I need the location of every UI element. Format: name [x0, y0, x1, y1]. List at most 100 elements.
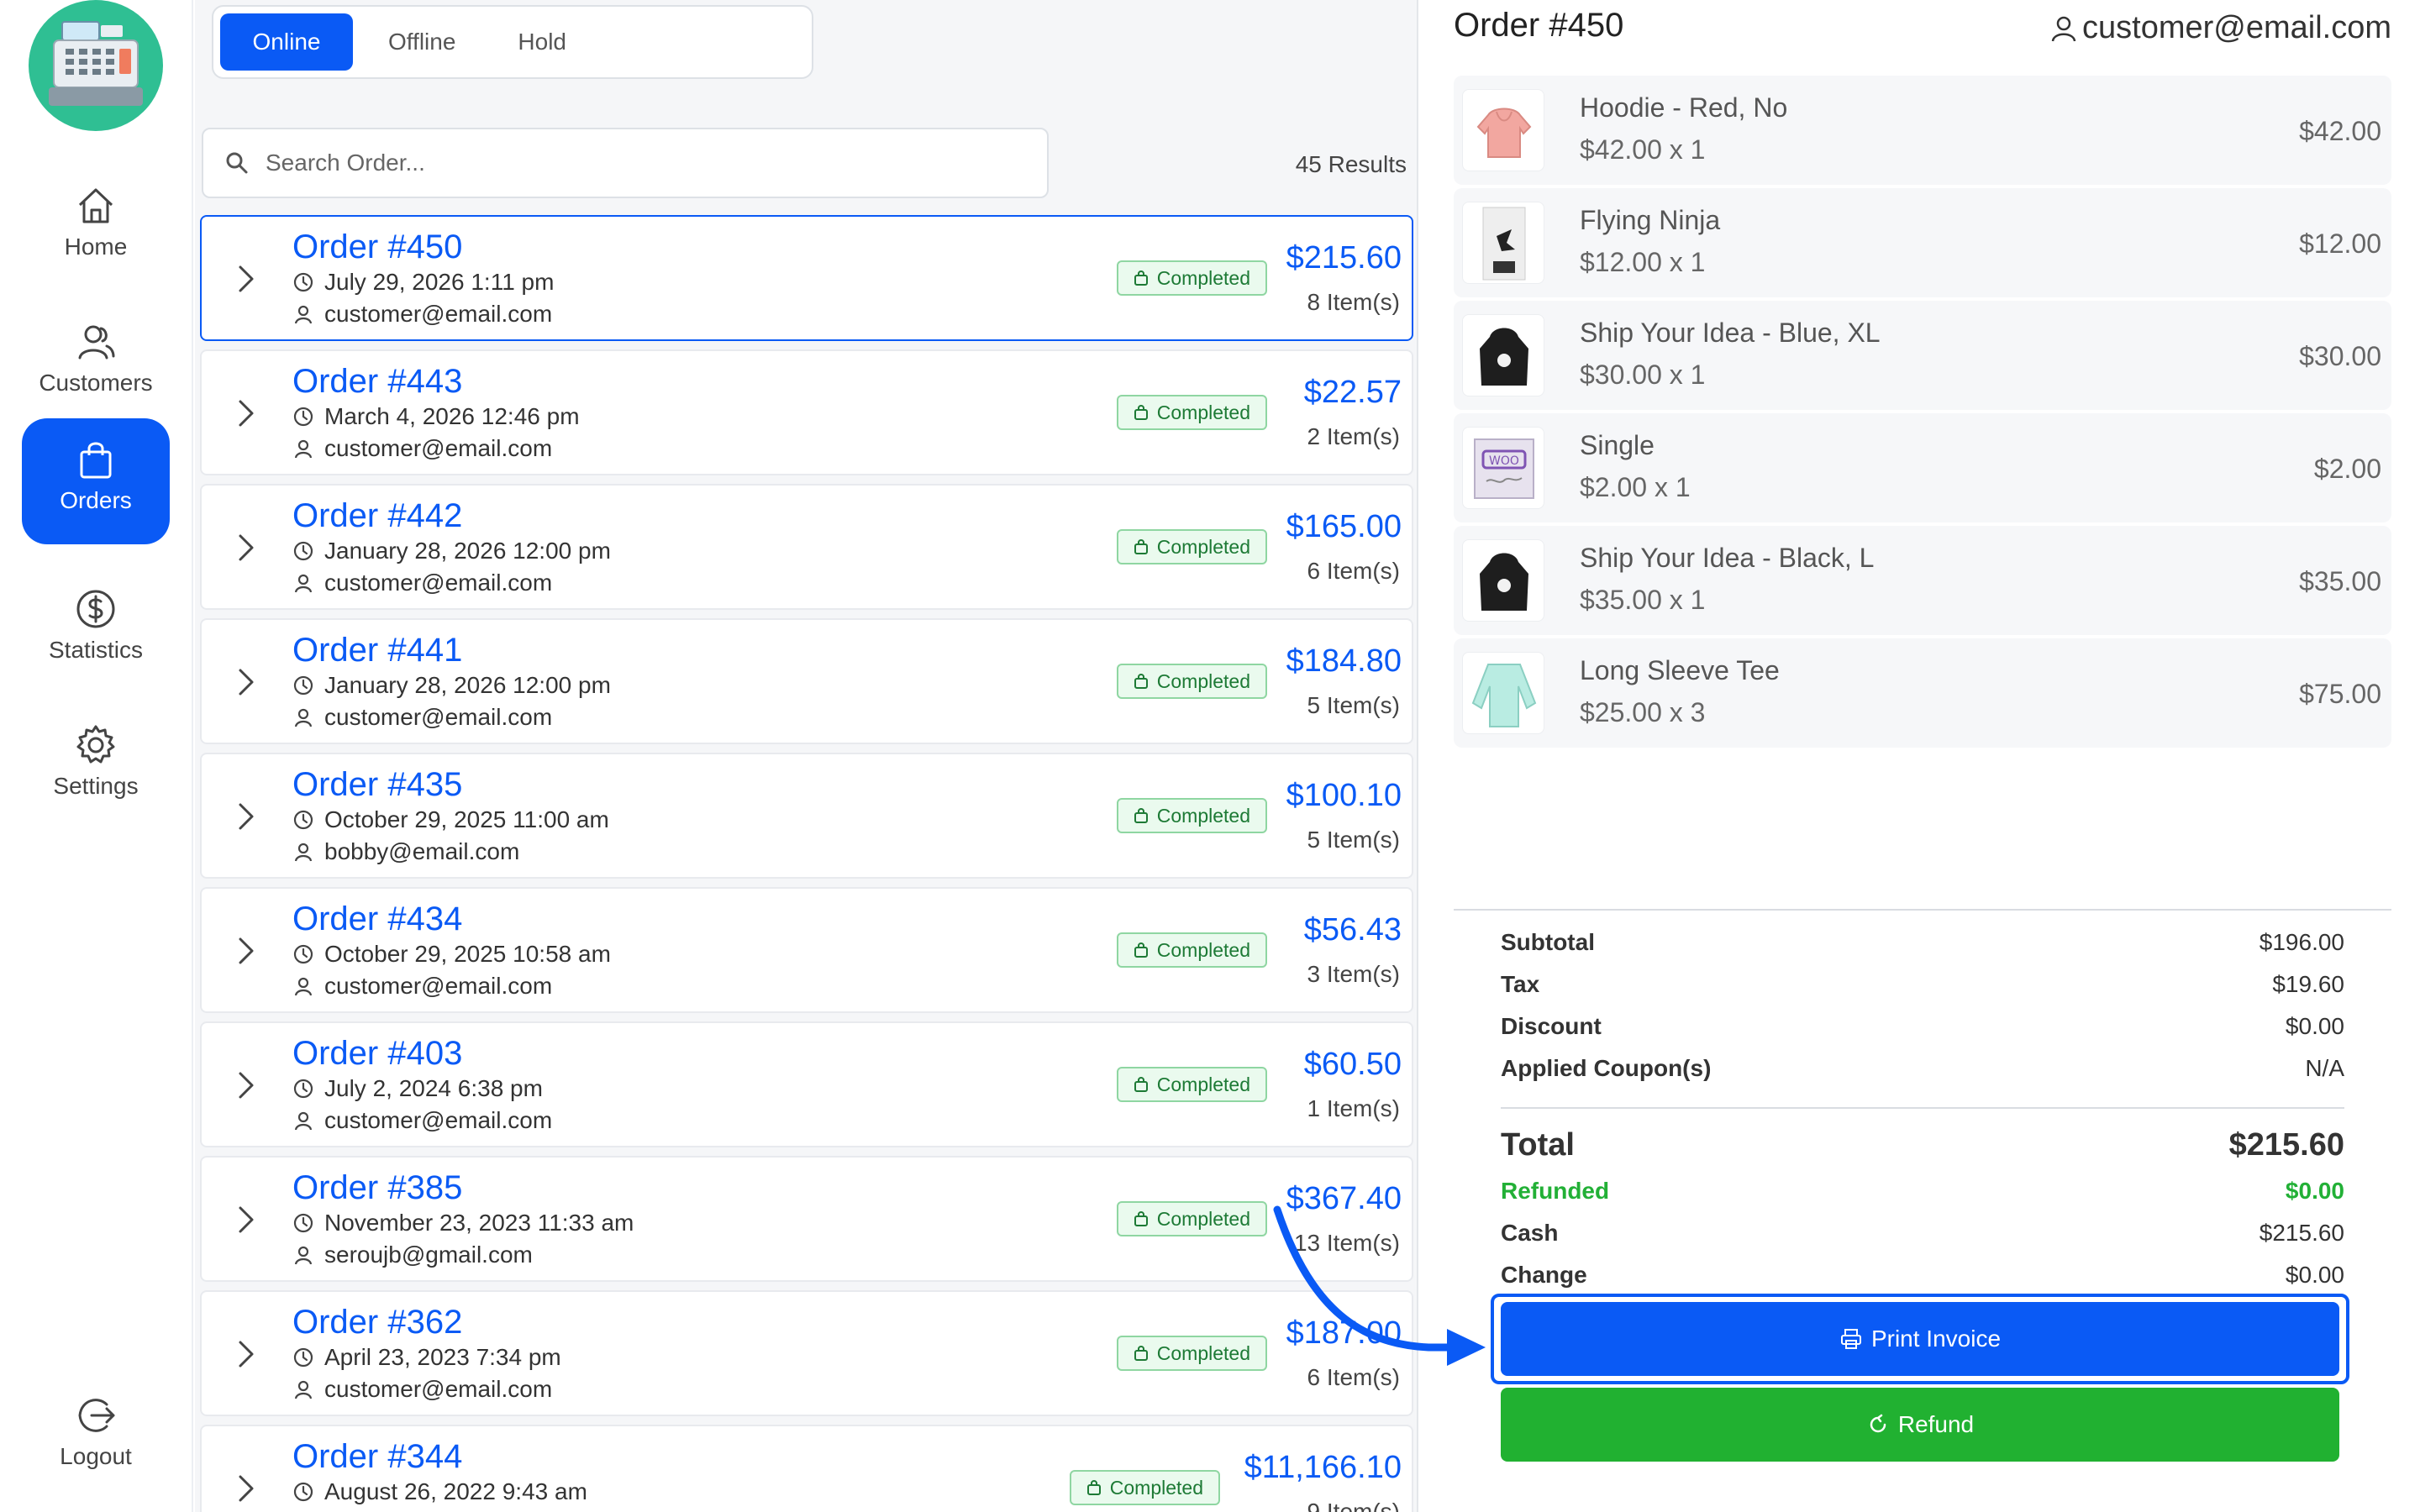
- line-total: $12.00: [2299, 228, 2381, 259]
- bag-icon: [80, 442, 112, 479]
- order-email: customer@email.com: [324, 1376, 553, 1402]
- order-email-line: customer@email.com: [292, 570, 552, 596]
- order-row[interactable]: Order #362 April 23, 2023 7:34 pm custom…: [200, 1290, 1413, 1416]
- order-row[interactable]: Order #443 March 4, 2026 12:46 pm custom…: [200, 349, 1413, 475]
- coupons-label: Applied Coupon(s): [1501, 1055, 1712, 1081]
- subtotal-row: Subtotal $196.00: [1501, 929, 2344, 956]
- order-id: Order #385: [292, 1169, 463, 1206]
- change-label: Change: [1501, 1262, 1587, 1288]
- chevron-right-icon[interactable]: [234, 934, 259, 968]
- tax-label: Tax: [1501, 971, 1540, 997]
- order-item-count: 6 Item(s): [1307, 558, 1400, 584]
- status-badge: Completed: [1116, 932, 1267, 968]
- order-row[interactable]: Order #385 November 23, 2023 11:33 am se…: [200, 1156, 1413, 1282]
- clock-icon: [293, 1079, 313, 1099]
- chevron-right-icon[interactable]: [234, 1337, 259, 1371]
- print-invoice-button[interactable]: Print Invoice: [1501, 1302, 2339, 1376]
- order-row[interactable]: Order #435 October 29, 2025 11:00 am bob…: [200, 753, 1413, 879]
- status-text: Completed: [1156, 669, 1250, 692]
- order-date-line: November 23, 2023 11:33 am: [292, 1210, 634, 1236]
- order-row[interactable]: Order #441 January 28, 2026 12:00 pm cus…: [200, 618, 1413, 744]
- tab-offline[interactable]: Offline: [361, 13, 482, 71]
- subtotal-value: $196.00: [2259, 929, 2344, 955]
- order-email: customer@email.com: [324, 435, 553, 461]
- nav-customers[interactable]: Customers: [22, 301, 170, 427]
- refunded-row: Refunded $0.00: [1501, 1178, 2344, 1205]
- order-item-count: 1 Item(s): [1307, 1095, 1400, 1121]
- tab-hold[interactable]: Hold: [491, 13, 593, 71]
- status-text: Completed: [1156, 804, 1250, 827]
- nav-statistics[interactable]: Statistics: [22, 568, 170, 694]
- nav-customers-label: Customers: [39, 370, 153, 396]
- order-row[interactable]: Order #442 January 28, 2026 12:00 pm cus…: [200, 484, 1413, 610]
- order-email: customer@email.com: [324, 973, 553, 999]
- tab-online[interactable]: Online: [220, 13, 353, 71]
- order-item-count: 13 Item(s): [1293, 1230, 1400, 1256]
- chevron-right-icon[interactable]: [234, 1472, 259, 1505]
- product-qty-price: $2.00 x 1: [1580, 472, 1691, 502]
- product-thumbnail: WOO: [1462, 427, 1544, 509]
- search-icon: [226, 152, 248, 174]
- bag-icon: [1134, 942, 1148, 958]
- order-row[interactable]: Order #434 October 29, 2025 10:58 am cus…: [200, 887, 1413, 1013]
- chevron-right-icon[interactable]: [234, 800, 259, 833]
- order-row[interactable]: Order #403 July 2, 2024 6:38 pm customer…: [200, 1021, 1413, 1147]
- bag-icon: [1134, 1077, 1148, 1092]
- status-badge: Completed: [1116, 260, 1267, 296]
- chevron-right-icon[interactable]: [234, 1068, 259, 1102]
- product-name: Single: [1580, 430, 1655, 460]
- order-customer[interactable]: customer@email.com: [2049, 10, 2391, 46]
- order-item-count: 2 Item(s): [1307, 423, 1400, 449]
- nav-home-label: Home: [64, 234, 128, 260]
- status-badge: Completed: [1116, 1067, 1267, 1102]
- order-date: January 28, 2026 12:00 pm: [324, 672, 611, 698]
- search-order-input[interactable]: [266, 150, 1022, 176]
- order-date-line: July 2, 2024 6:38 pm: [292, 1075, 543, 1102]
- user-icon: [294, 574, 313, 593]
- clock-icon: [293, 1347, 313, 1368]
- order-date-line: August 26, 2022 9:43 am: [292, 1478, 587, 1505]
- clock-icon: [293, 272, 313, 292]
- bag-icon: [1134, 674, 1148, 689]
- chevron-right-icon[interactable]: [234, 396, 259, 430]
- user-icon: [294, 1380, 313, 1399]
- chevron-right-icon[interactable]: [234, 262, 259, 296]
- bag-icon: [1134, 539, 1148, 554]
- bag-icon: [1086, 1480, 1101, 1495]
- product-qty-price: $35.00 x 1: [1580, 585, 1706, 615]
- line-item: Ship Your Idea - Blue, XL $30.00 x 1 $30…: [1454, 301, 2391, 410]
- refresh-icon: [1870, 1414, 1886, 1433]
- order-id: Order #362: [292, 1304, 463, 1341]
- order-email: customer@email.com: [324, 301, 553, 327]
- order-id: Order #442: [292, 497, 463, 534]
- nav-home[interactable]: Home: [22, 165, 170, 291]
- tax-row: Tax $19.60: [1501, 971, 2344, 998]
- chevron-right-icon[interactable]: [234, 665, 259, 699]
- status-badge: Completed: [1116, 798, 1267, 833]
- order-row[interactable]: Order #450 July 29, 2026 1:11 pm custome…: [200, 215, 1413, 341]
- logout-icon: [78, 1399, 115, 1432]
- user-icon: [294, 439, 313, 459]
- chevron-right-icon[interactable]: [234, 531, 259, 564]
- refunded-value: $0.00: [2285, 1178, 2344, 1204]
- order-summary: Subtotal $196.00 Tax $19.60 Discount $0.00 …: [1454, 909, 2391, 1288]
- order-item-count: 5 Item(s): [1307, 827, 1400, 853]
- clock-icon: [293, 810, 313, 830]
- user-icon: [2051, 16, 2076, 41]
- chevron-right-icon[interactable]: [234, 1203, 259, 1236]
- nav-orders[interactable]: Orders: [22, 418, 170, 544]
- order-total: $60.50: [1303, 1047, 1402, 1082]
- order-row[interactable]: Order #344 August 26, 2022 9:43 am Compl…: [200, 1425, 1413, 1512]
- nav-settings[interactable]: Settings: [22, 704, 170, 830]
- user-icon: [294, 1111, 313, 1131]
- order-email: bobby@email.com: [324, 838, 520, 864]
- customers-icon: [78, 325, 115, 360]
- product-name: Ship Your Idea - Black, L: [1580, 543, 1875, 573]
- order-total: $56.43: [1303, 912, 1402, 948]
- order-list: Order #450 July 29, 2026 1:11 pm custome…: [200, 215, 1413, 1512]
- refund-button[interactable]: Refund: [1501, 1388, 2339, 1462]
- order-date-line: April 23, 2023 7:34 pm: [292, 1344, 561, 1371]
- nav-logout[interactable]: Logout: [22, 1374, 170, 1500]
- line-items: Hoodie - Red, No $42.00 x 1 $42.00 Flyin…: [1454, 76, 2391, 751]
- bag-icon: [1134, 808, 1148, 823]
